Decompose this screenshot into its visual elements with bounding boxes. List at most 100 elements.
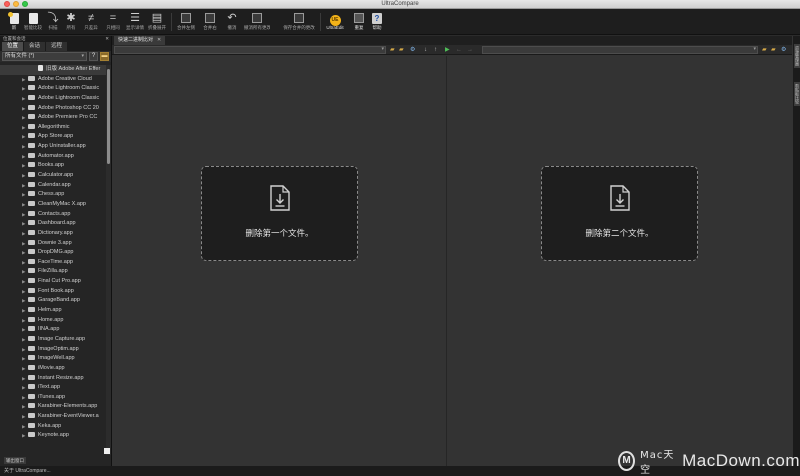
tree-scrollbar[interactable] xyxy=(106,65,111,455)
show-details-button[interactable]: ☰ 显示详情 xyxy=(124,11,146,33)
expand-arrow-icon[interactable]: ▶ xyxy=(22,345,25,355)
expand-arrow-icon[interactable]: ▶ xyxy=(22,229,25,239)
right-drop-zone[interactable]: 删除第二个文件。 xyxy=(541,166,698,261)
tree-item-folder[interactable]: ▶ IINA.app xyxy=(0,325,106,335)
file-tree[interactable]: 旧版 Adobe After Effer ▶ Adobe Creative Clou… xyxy=(0,65,106,457)
tree-item-folder[interactable]: ▶ Helm.app xyxy=(0,306,106,316)
tree-item-file[interactable]: 旧版 Adobe After Effer xyxy=(0,65,106,75)
right-compare-pane[interactable]: 删除第二个文件。 xyxy=(448,56,792,466)
expand-arrow-icon[interactable]: ▶ xyxy=(22,171,25,181)
tree-item-folder[interactable]: ▶ Adobe Lightroom Classic xyxy=(0,84,106,94)
tree-item-folder[interactable]: ▶ Contacts.app xyxy=(0,210,106,220)
expand-arrow-icon[interactable]: ▶ xyxy=(22,123,25,133)
expand-arrow-icon[interactable]: ▶ xyxy=(22,383,25,393)
right-options-icon[interactable]: ⚙ xyxy=(781,46,786,54)
tree-item-folder[interactable]: ▶ CleanMyMac X.app xyxy=(0,200,106,210)
ultraedit-button[interactable]: UE UltraEdit xyxy=(324,11,346,33)
undo-button[interactable]: ↶ 撤消 xyxy=(221,11,243,33)
tree-item-folder[interactable]: ▶ Keynote.app xyxy=(0,431,106,441)
tree-item-folder[interactable]: ▶ App Store.app xyxy=(0,132,106,142)
expand-arrow-icon[interactable]: ▶ xyxy=(22,113,25,123)
expand-arrow-icon[interactable]: ▶ xyxy=(22,181,25,191)
tree-item-folder[interactable]: ▶ Karabiner-Elements.app xyxy=(0,402,106,412)
tree-item-folder[interactable]: ▶ GarageBand.app xyxy=(0,296,106,306)
left-file-path-input[interactable] xyxy=(114,46,386,54)
expand-arrow-icon[interactable]: ▶ xyxy=(22,296,25,306)
expand-arrow-icon[interactable]: ▶ xyxy=(22,84,25,94)
undo-all-button[interactable]: 撤消所有更改 xyxy=(244,11,270,33)
tree-item-folder[interactable]: ▶ Calculator.app xyxy=(0,171,106,181)
panel-resize-handle[interactable] xyxy=(104,448,110,454)
tree-item-folder[interactable]: ▶ Books.app xyxy=(0,161,106,171)
expand-arrow-icon[interactable]: ▶ xyxy=(22,374,25,384)
expand-arrow-icon[interactable]: ▶ xyxy=(22,248,25,258)
next-difference-icon[interactable]: ↓ xyxy=(424,46,427,54)
expand-arrow-icon[interactable]: ▶ xyxy=(22,142,25,152)
expand-arrow-icon[interactable]: ▶ xyxy=(22,277,25,287)
tree-item-folder[interactable]: ▶ Font Book.app xyxy=(0,287,106,297)
browse-right-icon[interactable]: ▰ xyxy=(771,46,776,54)
tree-item-folder[interactable]: ▶ Image Capture.app xyxy=(0,335,106,345)
expand-arrow-icon[interactable]: ▶ xyxy=(22,335,25,345)
expand-arrow-icon[interactable]: ▶ xyxy=(22,412,25,422)
expand-arrow-icon[interactable]: ▶ xyxy=(22,132,25,142)
tree-item-folder[interactable]: ▶ iText.app xyxy=(0,383,106,393)
tree-item-folder[interactable]: ▶ Adobe Lightroom Classic xyxy=(0,94,106,104)
expand-arrow-icon[interactable]: ▶ xyxy=(22,239,25,249)
expand-arrow-icon[interactable]: ▶ xyxy=(22,200,25,210)
expand-arrow-icon[interactable]: ▶ xyxy=(22,393,25,403)
expand-arrow-icon[interactable]: ▶ xyxy=(22,325,25,335)
tree-item-folder[interactable]: ▶ Final Cut Pro.app xyxy=(0,277,106,287)
expand-arrow-icon[interactable]: ▶ xyxy=(22,316,25,326)
smart-compare-button[interactable]: 智能比较 xyxy=(22,11,44,33)
tree-item-folder[interactable]: ▶ Keka.app xyxy=(0,422,106,432)
tree-item-folder[interactable]: ▶ Adobe Creative Cloud xyxy=(0,75,106,85)
output-window-tab[interactable]: 输出窗口 xyxy=(4,457,26,464)
tree-item-folder[interactable]: ▶ iTunes.app xyxy=(0,393,106,403)
tree-item-folder[interactable]: ▶ FaceTime.app xyxy=(0,258,106,268)
tree-item-folder[interactable]: ▶ Automator.app xyxy=(0,152,106,162)
expand-arrow-icon[interactable]: ▶ xyxy=(22,431,25,441)
tab-clipboard-compare[interactable]: 剪贴板比较 xyxy=(794,82,800,106)
tree-item-folder[interactable]: ▶ iMovie.app xyxy=(0,364,106,374)
expand-arrow-icon[interactable]: ▶ xyxy=(22,190,25,200)
folder-icon[interactable]: ▬ xyxy=(100,52,109,61)
right-file-path-input[interactable] xyxy=(482,46,758,54)
expand-arrow-icon[interactable]: ▶ xyxy=(22,258,25,268)
show-differences-button[interactable]: ≠ 只差异 xyxy=(80,11,102,33)
tree-item-folder[interactable]: ▶ Adobe Photoshop CC 20 xyxy=(0,104,106,114)
tree-item-folder[interactable]: ▶ Home.app xyxy=(0,316,106,326)
show-same-button[interactable]: = 只相同 xyxy=(102,11,124,33)
expand-arrow-icon[interactable]: ▶ xyxy=(22,75,25,85)
tree-item-folder[interactable]: ▶ Dictionary.app xyxy=(0,229,106,239)
merge-right-button[interactable]: 合并右 xyxy=(199,11,221,33)
tree-item-folder[interactable]: ▶ Karabiner-EventViewer.a xyxy=(0,412,106,422)
save-merged-button[interactable]: 保存合并的更改 xyxy=(282,11,316,33)
help-button[interactable]: ? 帮助 xyxy=(366,11,388,33)
expand-arrow-icon[interactable]: ▶ xyxy=(22,104,25,114)
left-drop-zone[interactable]: 删除第一个文件。 xyxy=(201,166,358,261)
forward-arrow-icon[interactable]: → xyxy=(467,46,473,54)
tree-item-folder[interactable]: ▶ Chess.app xyxy=(0,190,106,200)
tree-item-folder[interactable]: ▶ Allegorithmic xyxy=(0,123,106,133)
left-options-icon[interactable]: ⚙ xyxy=(410,46,415,54)
expand-arrow-icon[interactable]: ▶ xyxy=(22,152,25,162)
open-left-folder-icon[interactable]: ▰ xyxy=(390,46,395,54)
tab-remote[interactable]: 远程 xyxy=(46,42,68,51)
expand-arrow-icon[interactable]: ▶ xyxy=(22,354,25,364)
close-tab-icon[interactable]: ✕ xyxy=(157,37,161,43)
filter-help-button[interactable]: ? xyxy=(89,52,98,61)
expand-arrow-icon[interactable]: ▶ xyxy=(22,364,25,374)
expand-arrow-icon[interactable]: ▶ xyxy=(22,210,25,220)
expand-arrow-icon[interactable]: ▶ xyxy=(22,306,25,316)
expand-arrow-icon[interactable]: ▶ xyxy=(22,161,25,171)
tree-item-folder[interactable]: ▶ Downie 3.app xyxy=(0,239,106,249)
left-compare-pane[interactable]: 删除第一个文件。 xyxy=(112,56,447,466)
show-all-button[interactable]: ✱ 所有 xyxy=(60,11,82,33)
merge-left-button[interactable]: 合并左侧 xyxy=(175,11,197,33)
expand-arrow-icon[interactable]: ▶ xyxy=(22,219,25,229)
browse-left-icon[interactable]: ▰ xyxy=(399,46,404,54)
expand-arrow-icon[interactable]: ▶ xyxy=(22,287,25,297)
expand-arrow-icon[interactable]: ▶ xyxy=(22,94,25,104)
tab-sessions[interactable]: 会话 xyxy=(24,42,46,51)
